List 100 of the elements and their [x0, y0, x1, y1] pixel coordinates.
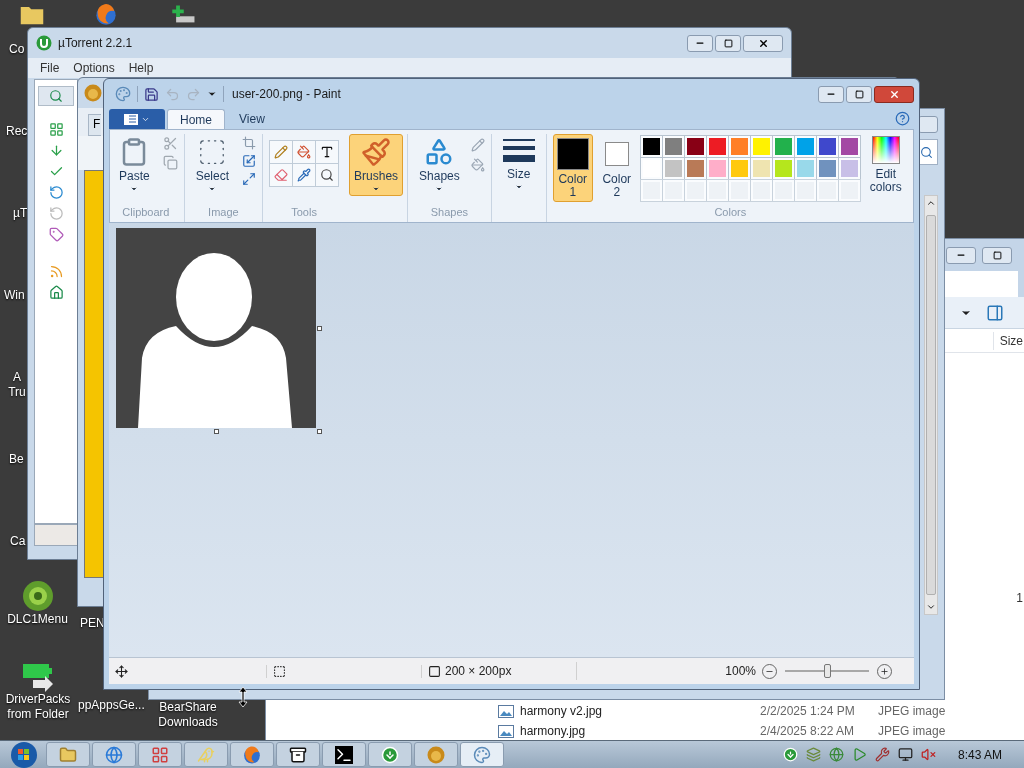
- edit-colors-button[interactable]: Edit colors: [863, 134, 908, 194]
- palette-color[interactable]: [750, 136, 772, 157]
- folder-icon[interactable]: [20, 4, 44, 25]
- desktop-icon-label[interactable]: Ca: [10, 534, 26, 549]
- palette-color[interactable]: [772, 136, 794, 157]
- slider-thumb[interactable]: [824, 664, 831, 678]
- desktop-icon-label[interactable]: BearShare Downloads: [150, 700, 226, 730]
- maximize-button[interactable]: [715, 34, 741, 52]
- network-icon[interactable]: [897, 747, 913, 762]
- menu-item[interactable]: Help: [128, 59, 154, 77]
- brushes-button[interactable]: Brushes: [349, 134, 404, 196]
- save-icon[interactable]: [144, 86, 159, 102]
- globe-icon[interactable]: [828, 747, 844, 762]
- browser-icon[interactable]: [95, 4, 117, 25]
- sidebar-icon[interactable]: [48, 206, 64, 221]
- paste-button[interactable]: Paste: [114, 134, 155, 196]
- palette-color[interactable]: [816, 136, 838, 157]
- dropdown-icon: [130, 185, 139, 193]
- desktop-icon-label[interactable]: DLC1Menu: [7, 612, 68, 627]
- palette-color[interactable]: [684, 136, 706, 157]
- resize-handle[interactable]: [214, 429, 219, 434]
- scrollbar[interactable]: [924, 195, 938, 615]
- layers-icon[interactable]: [805, 747, 821, 762]
- color-slot-button[interactable]: Color 2: [596, 134, 637, 202]
- desktop-icon-label[interactable]: Co: [9, 42, 25, 57]
- file-row[interactable]: harmony.jpg 2/4/2025 8:22 AM JPEG image: [498, 721, 1024, 741]
- desktop-icon-label[interactable]: ppAppsGe...: [78, 698, 145, 713]
- palette-color[interactable]: [662, 136, 684, 157]
- palette-color[interactable]: [838, 158, 860, 179]
- search-button[interactable]: [38, 86, 74, 106]
- size-button[interactable]: Size: [497, 134, 540, 194]
- disc-icon[interactable]: [21, 580, 54, 612]
- outline-icon[interactable]: [470, 138, 485, 152]
- scroll-up-icon[interactable]: [926, 198, 936, 208]
- maximize-button[interactable]: [846, 85, 872, 103]
- palette-color[interactable]: [794, 136, 816, 157]
- desktop-icon-label[interactable]: Win: [4, 288, 25, 303]
- desktop-icon-label[interactable]: Be: [9, 452, 24, 467]
- scroll-down-icon[interactable]: [926, 602, 936, 612]
- color-slot-button[interactable]: Color 1: [552, 134, 593, 202]
- minimize-button[interactable]: [946, 246, 976, 264]
- play-icon[interactable]: [851, 747, 867, 762]
- palette-color[interactable]: [706, 136, 728, 157]
- select-button[interactable]: Select: [190, 134, 235, 196]
- customize-icon[interactable]: [207, 89, 217, 99]
- palette-color[interactable]: [640, 136, 662, 157]
- sidebar-icon[interactable]: [48, 122, 64, 137]
- taskbar-button[interactable]: [322, 742, 366, 767]
- desktop-icon-label[interactable]: DriverPacks from Folder: [0, 692, 76, 722]
- palette-color[interactable]: [662, 158, 684, 179]
- tab[interactable]: F: [88, 114, 102, 136]
- eraser-icon: [274, 168, 289, 182]
- file-row[interactable]: harmony v2.jpg 2/2/2025 1:24 PM JPEG image: [498, 701, 1024, 721]
- desktop-icon-label[interactable]: µT: [13, 206, 28, 221]
- palette-color[interactable]: [684, 158, 706, 179]
- download-icon[interactable]: [782, 747, 798, 762]
- file-menu-button[interactable]: [109, 109, 165, 129]
- feed-icon[interactable]: [48, 264, 64, 279]
- close-button[interactable]: [874, 85, 914, 103]
- search-icon[interactable]: [919, 145, 933, 159]
- sidebar-icon[interactable]: [48, 227, 64, 242]
- palette-color[interactable]: [640, 158, 662, 179]
- help-icon[interactable]: [895, 111, 910, 126]
- maximize-button[interactable]: [982, 246, 1012, 264]
- minimize-button[interactable]: [818, 85, 844, 103]
- close-button[interactable]: [743, 34, 783, 52]
- desktop-icon-label[interactable]: Rec: [6, 124, 28, 139]
- tool-button[interactable]: [316, 141, 339, 163]
- palette-color[interactable]: [772, 158, 794, 179]
- taskbar-button[interactable]: [276, 742, 320, 767]
- palette-color[interactable]: [750, 158, 772, 179]
- wrench-icon[interactable]: [874, 747, 890, 762]
- home-icon[interactable]: [48, 285, 64, 300]
- sidebar-icon[interactable]: [48, 143, 64, 158]
- install-icon[interactable]: [170, 4, 196, 24]
- preview-pane-icon[interactable]: [986, 303, 1004, 322]
- volume-muted-icon[interactable]: [920, 747, 936, 762]
- shapes-button[interactable]: Shapes: [414, 134, 465, 196]
- palette-color[interactable]: [728, 136, 750, 157]
- sidebar-icon[interactable]: [48, 185, 64, 200]
- column-header[interactable]: Size: [992, 331, 1024, 350]
- palette-color[interactable]: [728, 158, 750, 179]
- desktop-icon-label[interactable]: A Tru: [6, 370, 28, 400]
- resize-handle[interactable]: [317, 429, 322, 434]
- resize-icon[interactable]: [242, 154, 257, 168]
- minimize-button[interactable]: [687, 34, 713, 52]
- ribbon-tab[interactable]: Home: [167, 109, 225, 129]
- palette-color[interactable]: [794, 158, 816, 179]
- clock[interactable]: 8:43 AM: [957, 745, 1020, 764]
- zoom-slider[interactable]: [785, 664, 869, 678]
- palette-color[interactable]: [706, 158, 728, 179]
- resize-handle[interactable]: [317, 326, 322, 331]
- palette-color[interactable]: [816, 158, 838, 179]
- scroll-thumb[interactable]: [926, 215, 936, 595]
- crop-icon[interactable]: [242, 136, 257, 150]
- ribbon-tab[interactable]: View: [227, 109, 277, 129]
- palette-color[interactable]: [838, 136, 860, 157]
- fill-icon[interactable]: [470, 158, 485, 172]
- menu-item[interactable]: File: [40, 59, 60, 77]
- menu-item[interactable]: Options: [73, 59, 115, 77]
